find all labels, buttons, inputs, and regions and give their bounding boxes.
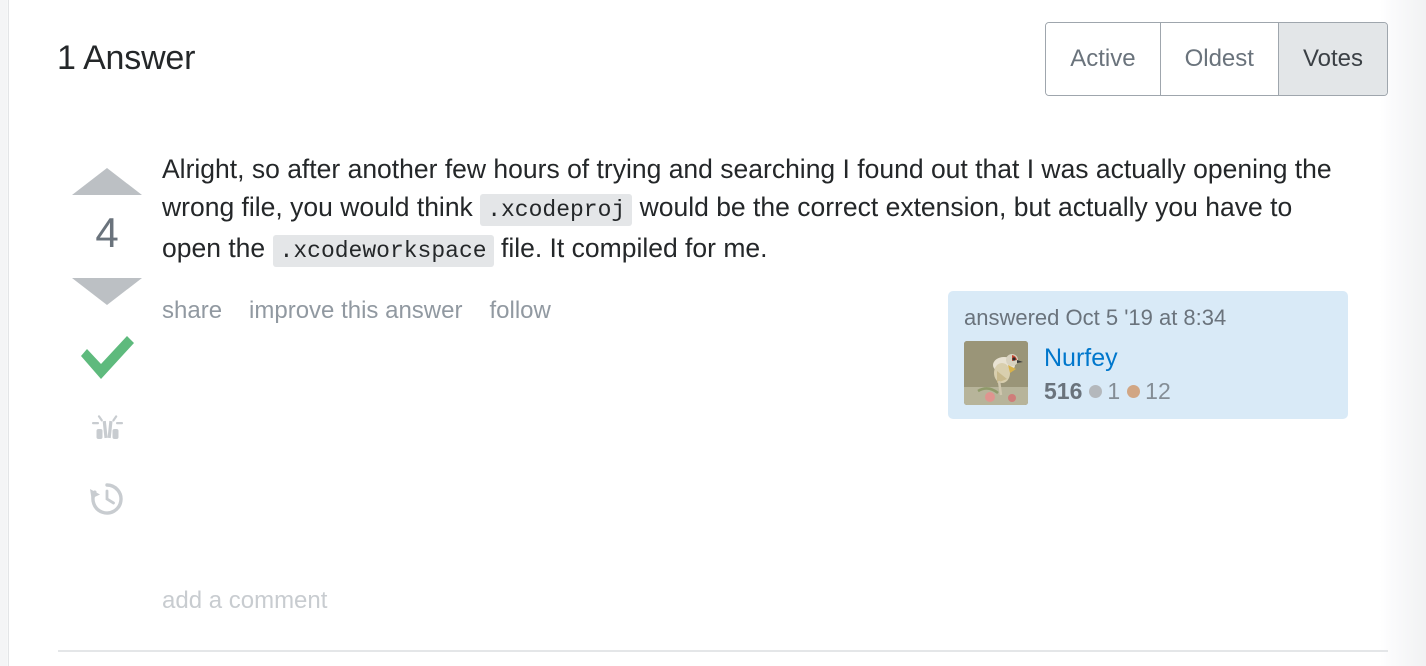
answers-count-title: 1 Answer — [57, 39, 196, 77]
answers-page: 1 Answer Active Oldest Votes 4 Alright, … — [0, 0, 1426, 666]
avatar[interactable] — [964, 341, 1028, 405]
user-details: Nurfey 516 1 12 — [1044, 341, 1171, 405]
post-action-menu: share improve this answer follow — [162, 297, 551, 325]
follow-link[interactable]: follow — [489, 297, 550, 325]
checkmark-icon — [81, 336, 134, 379]
vote-gutter: 4 — [57, 140, 157, 519]
tab-oldest[interactable]: Oldest — [1160, 23, 1279, 95]
answer-text-part-3: file. It compiled for me. — [500, 233, 768, 263]
comments-section: add a comment — [162, 587, 327, 615]
share-link[interactable]: share — [162, 297, 222, 325]
reputation-score: 516 — [1044, 378, 1083, 404]
silver-badge-dot-icon — [1089, 384, 1103, 398]
user-profile-link[interactable]: Nurfey — [1044, 343, 1171, 373]
vote-score: 4 — [95, 209, 119, 256]
silver-badge-count: 1 — [1107, 378, 1121, 404]
answered-timestamp: answered Oct 5 '19 at 8:34 — [964, 305, 1227, 330]
answer-text: Alright, so after another few hours of t… — [162, 150, 1352, 270]
bookmark-icon — [92, 415, 123, 439]
upvote-icon[interactable] — [72, 168, 142, 195]
improve-this-answer-link[interactable]: improve this answer — [249, 297, 462, 325]
inline-code-xcodeproj: .xcodeproj — [480, 194, 633, 226]
bronze-badge-count: 12 — [1145, 378, 1171, 404]
avatar-image — [964, 341, 1028, 405]
bronze-badge-dot-icon — [1127, 384, 1141, 398]
answers-header: 1 Answer Active Oldest Votes — [57, 22, 1388, 106]
accepted-answer-indicator — [57, 333, 157, 383]
answerer-signature-card: answered Oct 5 '19 at 8:34 Nurfey 516 1 … — [948, 291, 1348, 419]
add-comment-link[interactable]: add a comment — [162, 587, 327, 614]
history-clock-icon — [90, 483, 123, 515]
answer-body: Alright, so after another few hours of t… — [162, 150, 1388, 270]
bronze-badge[interactable]: 12 — [1127, 377, 1171, 405]
answer-bottom-divider — [58, 650, 1388, 652]
user-row: Nurfey 516 1 12 — [964, 341, 1332, 405]
revision-history-button[interactable] — [57, 479, 157, 519]
page-left-border — [8, 0, 9, 666]
answer-sort-tabs[interactable]: Active Oldest Votes — [1045, 22, 1388, 96]
inline-code-xcodeworkspace: .xcodeworkspace — [272, 235, 494, 267]
tab-votes[interactable]: Votes — [1278, 23, 1387, 95]
user-reputation-and-badges: 516 1 12 — [1044, 377, 1171, 405]
tab-active[interactable]: Active — [1046, 23, 1161, 95]
silver-badge[interactable]: 1 — [1089, 377, 1120, 405]
downvote-icon[interactable] — [72, 278, 142, 305]
bookmark-button[interactable] — [57, 413, 157, 449]
